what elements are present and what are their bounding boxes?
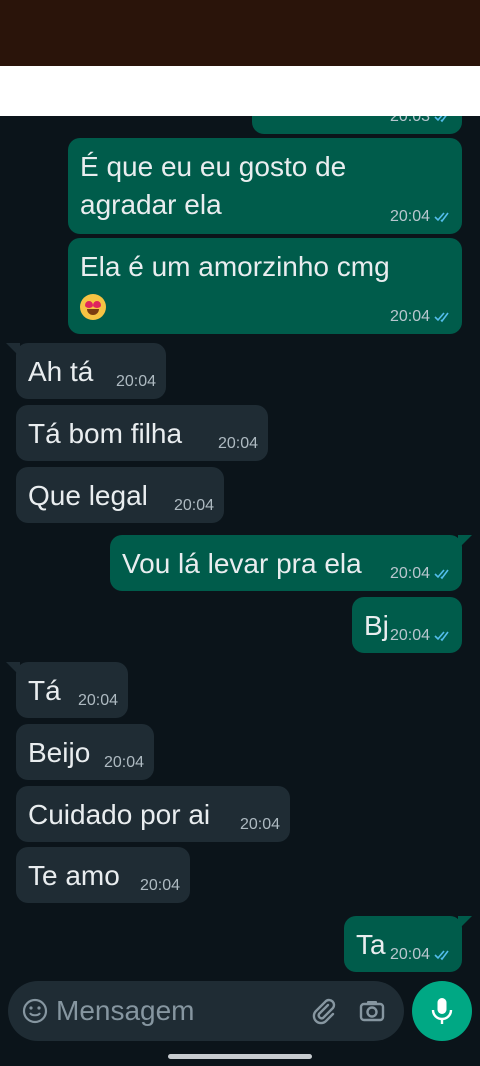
message-bubble[interactable]: É que eu eu gosto de agradar ela 20:04 (68, 138, 462, 234)
message-bubble[interactable]: Cuidado por ai 20:04 (16, 786, 290, 842)
message-meta: 20:04 (390, 946, 452, 964)
double-check-icon (434, 569, 449, 580)
double-check-icon (434, 116, 447, 123)
message-text: É que eu eu gosto de (80, 151, 347, 182)
camera-icon[interactable] (358, 997, 386, 1025)
message-time: 20:04 (139, 877, 180, 894)
message-time: 20:04 (115, 373, 156, 390)
message-time: 20:03 (389, 116, 430, 125)
message-time: 20:04 (389, 565, 430, 582)
double-check-icon (434, 212, 449, 223)
message-composer[interactable]: Mensagem (8, 981, 404, 1041)
message-meta: 20:03 (390, 116, 452, 126)
message-text: Vou lá levar pra ela (122, 548, 362, 579)
status-bar (0, 0, 480, 66)
double-check-icon (434, 950, 449, 961)
message-text: Beijo (28, 737, 91, 768)
message-text: agradar ela (80, 189, 222, 220)
message-bubble[interactable]: 20:03 (252, 116, 462, 134)
message-time: 20:04 (173, 497, 214, 514)
message-time: 20:04 (389, 946, 430, 963)
message-bubble[interactable]: Tá bom filha 20:04 (16, 405, 268, 461)
message-bubble[interactable]: Ela é um amorzinho cmg 20:04 (68, 238, 462, 334)
message-bubble[interactable]: Ah tá 20:04 (6, 343, 166, 399)
message-meta: 20:04 (390, 308, 452, 326)
message-bubble[interactable]: Que legal 20:04 (16, 467, 224, 523)
message-time: 20:04 (217, 435, 258, 452)
message-text: Te amo (28, 860, 120, 891)
double-check-icon (434, 631, 449, 642)
message-bubble[interactable]: Bj 20:04 (352, 597, 462, 653)
message-meta: 20:04 (390, 627, 452, 645)
message-text: Tá bom filha (28, 418, 183, 449)
message-time: 20:04 (239, 816, 280, 833)
microphone-button[interactable] (412, 981, 472, 1041)
message-time: 20:04 (389, 208, 430, 225)
message-input[interactable]: Mensagem (56, 995, 195, 1027)
message-bubble[interactable]: Te amo 20:04 (16, 847, 190, 903)
double-check-icon (434, 312, 449, 323)
smiley-icon[interactable] (22, 998, 48, 1024)
message-meta: 20:04 (390, 565, 452, 583)
message-bubble[interactable]: Beijo 20:04 (16, 724, 154, 780)
header-bar (0, 66, 480, 116)
message-bubble[interactable]: Vou lá levar pra ela 20:04 (110, 535, 472, 591)
microphone-icon (431, 998, 453, 1024)
message-time: 20:04 (77, 692, 118, 709)
message-time: 20:04 (103, 754, 144, 771)
message-text: Tá (28, 675, 61, 706)
message-text: Que legal (28, 480, 148, 511)
paperclip-icon[interactable] (310, 997, 338, 1025)
message-text: Cuidado por ai (28, 799, 211, 830)
message-bubble[interactable]: Tá 20:04 (6, 662, 128, 718)
message-text: Ela é um amorzinho cmg (80, 251, 390, 282)
message-text: Ta (356, 929, 386, 960)
message-meta: 20:04 (390, 208, 452, 226)
message-list[interactable]: 20:03 É que eu eu gosto de agradar ela 2… (0, 116, 480, 976)
home-indicator[interactable] (168, 1054, 312, 1059)
message-bubble[interactable]: Ta 20:04 (344, 916, 472, 972)
message-time: 20:04 (389, 627, 430, 644)
message-text: Bj (364, 610, 389, 641)
message-text: Ah tá (28, 356, 94, 387)
heart-eyes-emoji-icon (80, 293, 106, 320)
message-time: 20:04 (389, 308, 430, 325)
